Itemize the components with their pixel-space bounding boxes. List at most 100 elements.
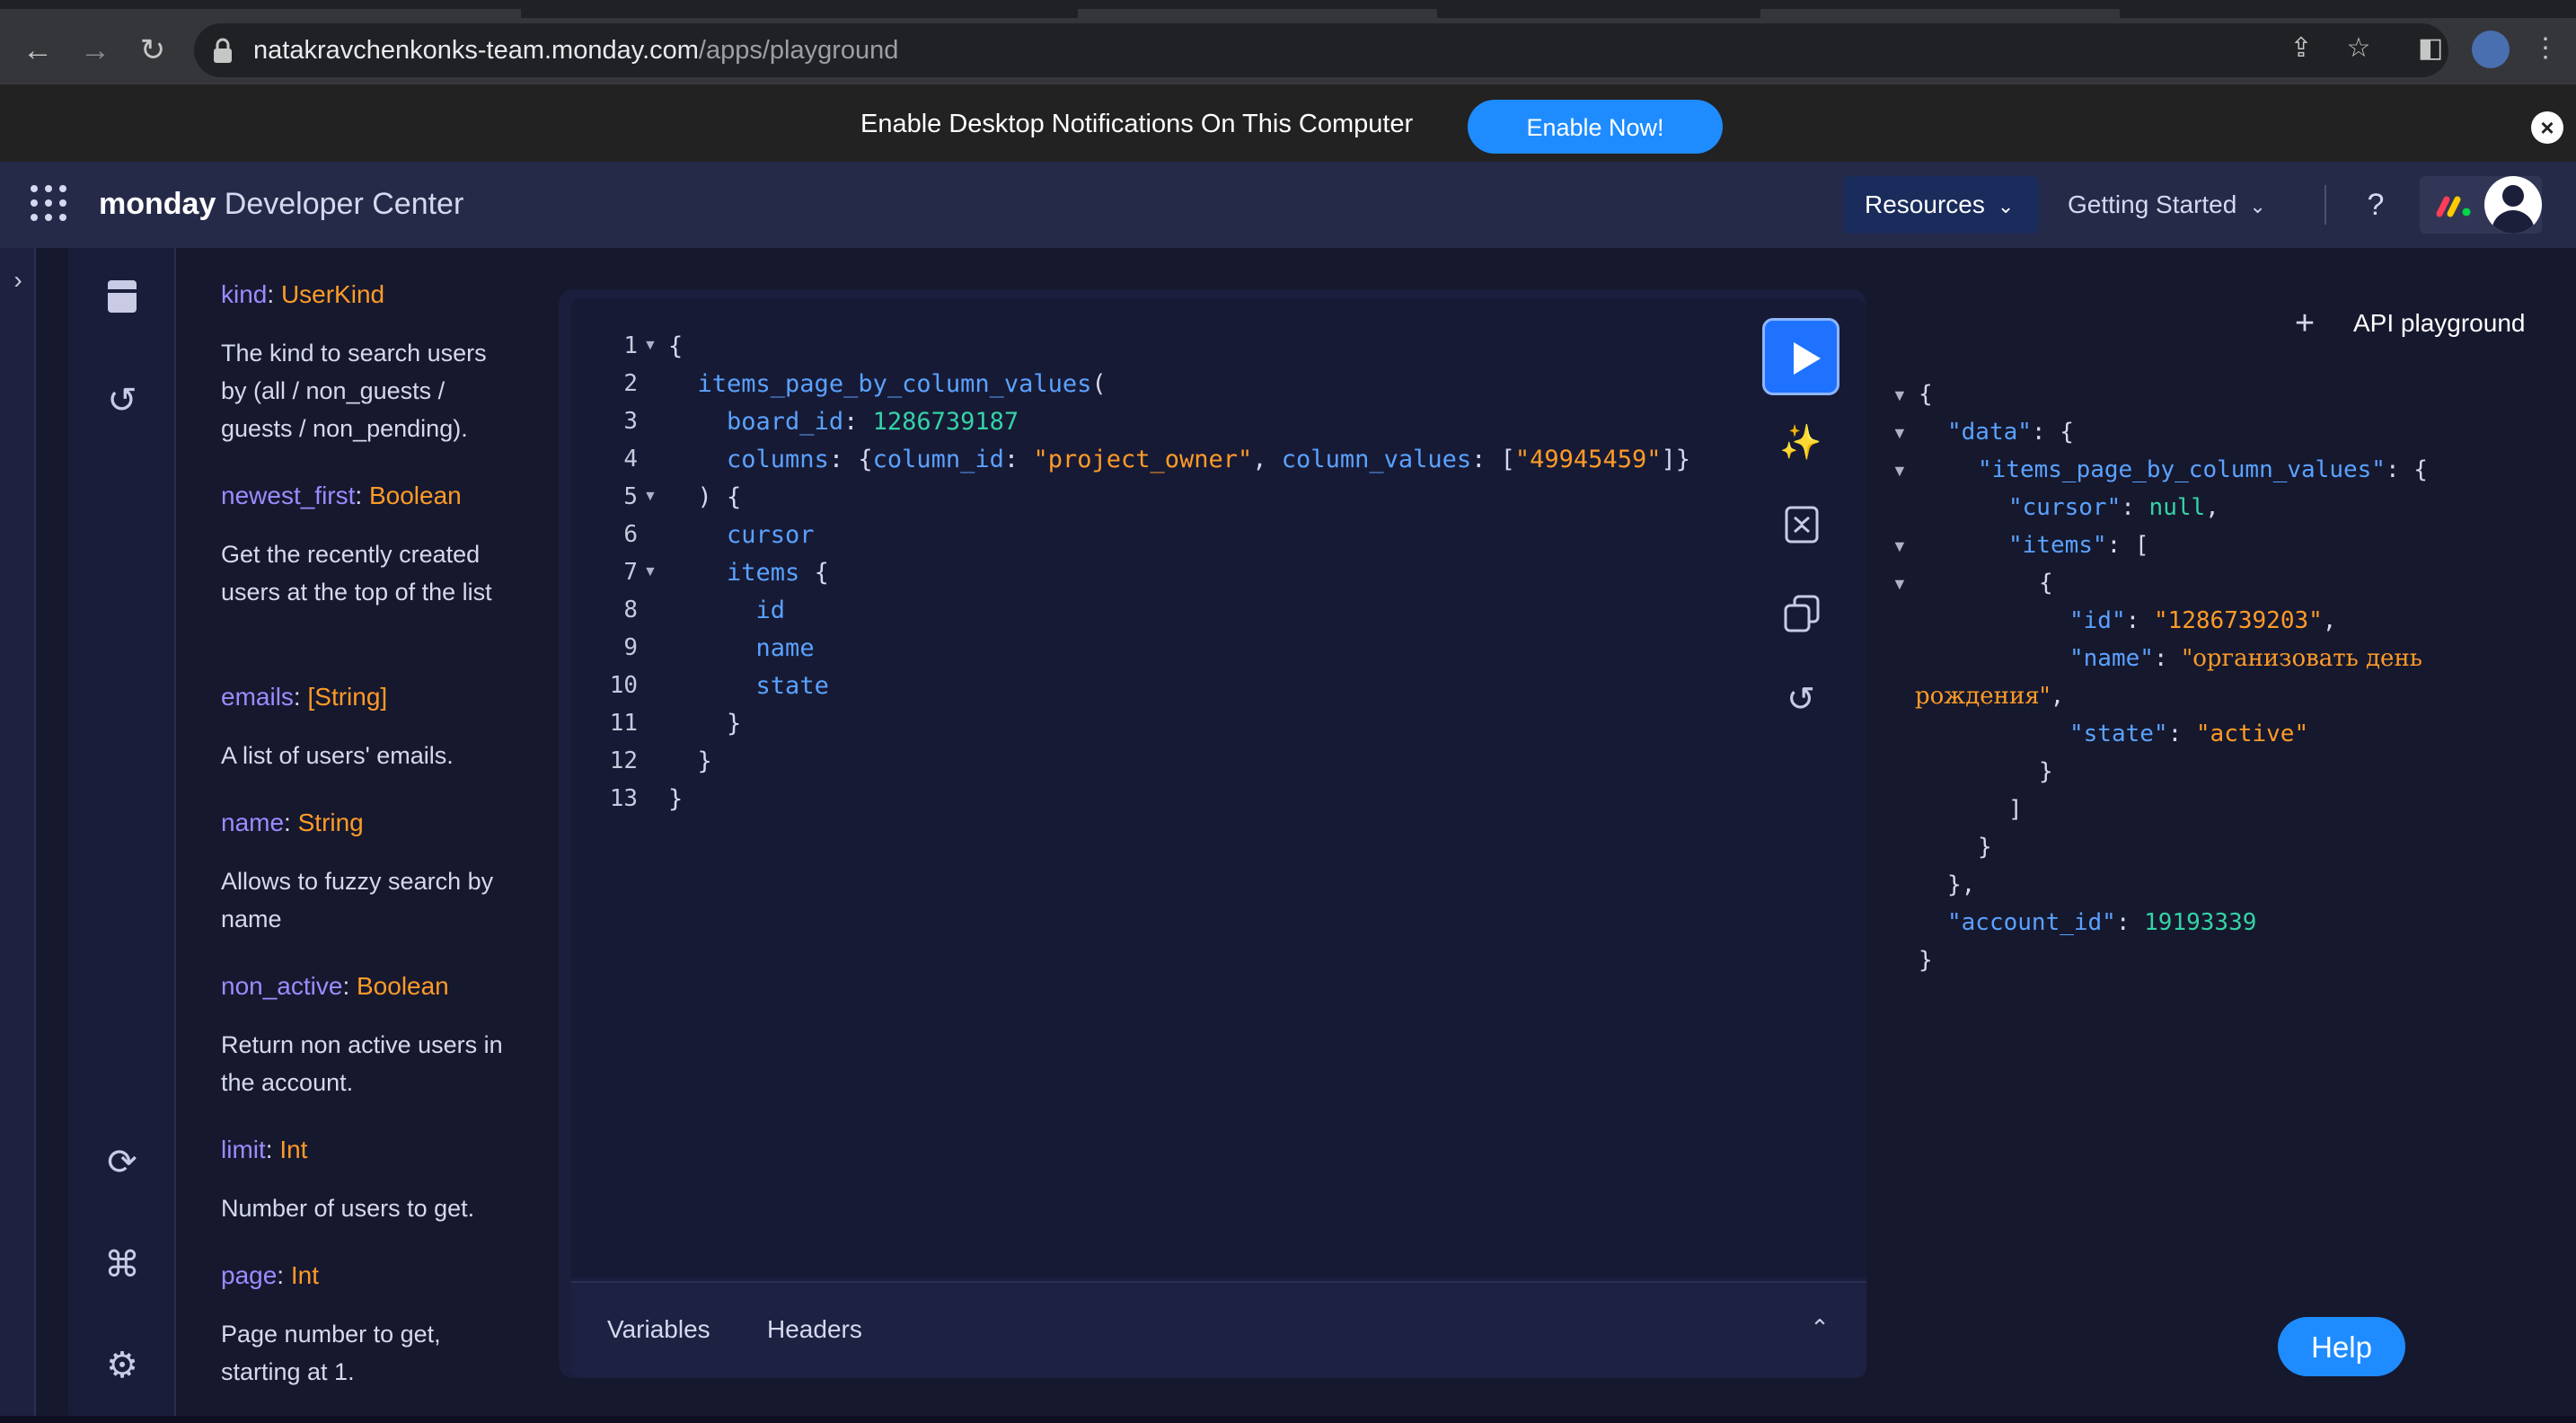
apps-grid-icon[interactable] xyxy=(31,185,66,221)
getting-started-dropdown[interactable]: Getting Started ⌄ xyxy=(2050,176,2319,234)
command-icon[interactable]: ⌘ xyxy=(99,1242,146,1288)
window-bottom-edge xyxy=(0,1416,2576,1423)
json-line: рождения", xyxy=(1915,683,2065,710)
line-number: 11 xyxy=(609,710,638,737)
code-line: cursor xyxy=(727,521,815,549)
gear-icon[interactable]: ⚙ xyxy=(99,1342,146,1389)
browser-tab[interactable] xyxy=(1078,9,1437,18)
help-question-icon[interactable]: ? xyxy=(2353,185,2398,225)
line-number: 2 xyxy=(623,370,638,397)
help-button[interactable]: Help xyxy=(2278,1317,2405,1376)
back-arrow-icon[interactable]: ← xyxy=(18,31,57,70)
json-line: "items_page_by_column_values": { xyxy=(1978,456,2428,483)
fold-toggle-icon[interactable]: ▼ xyxy=(1892,462,1908,481)
code-line: { xyxy=(668,332,684,360)
fold-toggle-icon[interactable]: ▼ xyxy=(1892,575,1908,594)
brand-rest: Developer Center xyxy=(216,187,464,221)
brand-bold: monday xyxy=(99,187,216,221)
json-line: "items": [ xyxy=(2008,532,2149,559)
docs-book-icon[interactable] xyxy=(104,277,140,316)
header-divider xyxy=(2325,185,2326,225)
star-icon[interactable]: ☆ xyxy=(2341,31,2377,66)
line-number: 7 xyxy=(623,559,638,586)
chevron-right-icon[interactable]: › xyxy=(5,262,31,298)
fold-toggle-icon[interactable]: ▼ xyxy=(643,489,657,505)
avatar[interactable] xyxy=(2484,176,2542,234)
url-text[interactable]: natakravchenkonks-team.monday.com/apps/p… xyxy=(253,36,898,66)
enable-now-button[interactable]: Enable Now! xyxy=(1468,100,1723,154)
run-query-button[interactable] xyxy=(1762,318,1839,395)
line-number: 8 xyxy=(623,597,638,623)
notification-text: Enable Desktop Notifications On This Com… xyxy=(860,110,1414,138)
fold-toggle-icon[interactable]: ▼ xyxy=(1892,424,1908,443)
code-line: } xyxy=(668,710,742,738)
reload-icon[interactable]: ↻ xyxy=(133,31,172,70)
getting-started-label: Getting Started xyxy=(2068,190,2237,218)
json-line: { xyxy=(1919,381,1933,408)
json-line: "state": "active" xyxy=(2069,720,2309,747)
refresh-icon[interactable]: ⟳ xyxy=(99,1139,146,1186)
code-line: columns: {column_id: "project_owner", co… xyxy=(727,446,1690,473)
doc-desc-emails: A list of users' emails. xyxy=(221,742,454,769)
url-host: natakravchenkonks-team.monday.com xyxy=(253,36,699,65)
forward-arrow-icon[interactable]: → xyxy=(75,31,115,70)
history-icon[interactable]: ↺ xyxy=(1777,676,1825,724)
json-line: }, xyxy=(1947,871,1976,898)
variables-headers-panel xyxy=(571,1281,1866,1378)
doc-arg-non-active[interactable]: non_active: Boolean xyxy=(221,972,449,1001)
tab-headers[interactable]: Headers xyxy=(767,1315,862,1344)
browser-tab[interactable] xyxy=(0,9,521,18)
side-panel-icon[interactable]: ◧ xyxy=(2413,31,2448,66)
doc-arg-limit[interactable]: limit: Int xyxy=(221,1136,307,1164)
profile-icon[interactable] xyxy=(2472,31,2510,68)
doc-desc-limit: Number of users to get. xyxy=(221,1195,475,1222)
doc-arg-page[interactable]: page: Int xyxy=(221,1261,319,1290)
doc-arg-name[interactable]: name: String xyxy=(221,809,364,837)
line-number: 9 xyxy=(623,634,638,661)
json-line: } xyxy=(1978,834,1992,861)
doc-arg-emails[interactable]: emails: [String] xyxy=(221,683,387,712)
chevron-down-icon: ⌄ xyxy=(1997,195,2015,217)
doc-arg-kind[interactable]: kind: UserKind xyxy=(221,280,384,309)
browser-tab[interactable] xyxy=(1760,9,2120,18)
brand-title[interactable]: monday Developer Center xyxy=(99,187,463,222)
json-line: ] xyxy=(2008,796,2023,823)
copy-icon[interactable] xyxy=(1782,593,1822,632)
json-line: } xyxy=(1919,947,1933,974)
json-line: "id": "1286739203", xyxy=(2069,607,2337,634)
fold-toggle-icon[interactable]: ▼ xyxy=(1892,386,1908,405)
doc-arg-newest-first[interactable]: newest_first: Boolean xyxy=(221,482,462,510)
history-icon[interactable]: ↺ xyxy=(99,377,146,424)
json-line: "data": { xyxy=(1947,419,2074,446)
code-line: ) { xyxy=(668,483,742,511)
chevron-down-icon: ⌄ xyxy=(2249,195,2266,217)
line-number: 1 xyxy=(623,332,638,359)
tab-api-playground[interactable]: API playground xyxy=(2353,309,2525,338)
share-icon[interactable]: ⇪ xyxy=(2283,31,2319,66)
json-line: } xyxy=(2039,758,2053,785)
resources-dropdown[interactable]: Resources ⌄ xyxy=(1843,176,2039,234)
line-number: 6 xyxy=(623,521,638,548)
fold-toggle-icon[interactable]: ▼ xyxy=(1892,537,1908,556)
kebab-menu-icon[interactable]: ⋮ xyxy=(2527,31,2563,66)
lock-icon xyxy=(214,38,232,63)
browser-tab-strip xyxy=(0,0,2576,18)
line-number: 3 xyxy=(623,408,638,435)
fold-toggle-icon[interactable]: ▼ xyxy=(643,338,657,354)
doc-desc-non-active: Return non active users in the account. xyxy=(221,1031,503,1096)
doc-desc-newest-first: Get the recently created users at the to… xyxy=(221,541,492,605)
line-number: 10 xyxy=(609,672,638,699)
merge-fragments-icon[interactable] xyxy=(1784,505,1820,544)
magic-wand-icon[interactable]: ✨ xyxy=(1777,419,1825,467)
close-icon[interactable]: × xyxy=(2531,111,2563,144)
code-line: items_page_by_column_values( xyxy=(697,370,1107,398)
monday-logo-icon xyxy=(2436,196,2471,217)
code-line: items { xyxy=(727,559,829,587)
chevron-up-icon[interactable]: ⌃ xyxy=(1805,1310,1834,1346)
fold-toggle-icon[interactable]: ▼ xyxy=(643,564,657,580)
tab-variables[interactable]: Variables xyxy=(607,1315,710,1344)
doc-desc-name: Allows to fuzzy search by name xyxy=(221,868,494,932)
add-tab-button[interactable]: + xyxy=(2289,304,2321,343)
resources-label: Resources xyxy=(1865,190,1985,218)
play-icon xyxy=(1794,342,1821,375)
